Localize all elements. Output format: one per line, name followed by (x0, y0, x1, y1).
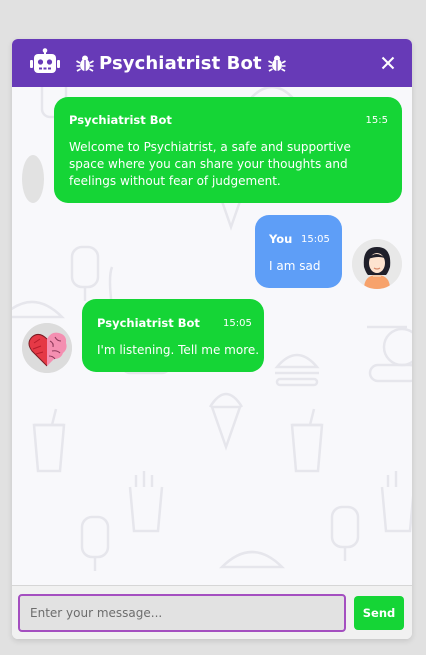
message-text: I'm listening. Tell me more. (97, 343, 260, 357)
bot-avatar (22, 323, 72, 373)
header-title: Psychiatrist Bot (99, 52, 262, 74)
bot-message-bubble: Psychiatrist Bot 15:05 I'm listening. Te… (82, 299, 264, 372)
message-timestamp: 15:05 (301, 234, 330, 245)
bot-avatar-placeholder (22, 155, 44, 203)
message-sender: You (269, 232, 293, 246)
message-list[interactable]: Psychiatrist Bot 15:5 Welcome to Psychia… (12, 87, 412, 585)
bug-icon (75, 53, 95, 73)
chat-window: Psychiatrist Bot Psychiatrist Bot 15:5 W… (12, 39, 412, 639)
message-text: Welcome to Psychiatrist, a safe and supp… (69, 140, 351, 188)
composer: Send (12, 585, 412, 639)
robot-icon (28, 46, 62, 80)
message-input[interactable] (18, 594, 346, 632)
header-title-group: Psychiatrist Bot (75, 53, 287, 74)
message-sender: Psychiatrist Bot (69, 113, 172, 127)
message-timestamp: 15:05 (223, 318, 252, 329)
user-avatar (352, 239, 402, 289)
close-icon[interactable] (378, 53, 398, 73)
bot-message-bubble: Psychiatrist Bot 15:5 Welcome to Psychia… (54, 97, 402, 203)
send-button[interactable]: Send (354, 596, 404, 630)
message-text: I am sad (269, 259, 321, 273)
chat-header: Psychiatrist Bot (12, 39, 412, 87)
message-timestamp: 15:5 (365, 115, 388, 126)
user-message-bubble: You 15:05 I am sad (255, 215, 342, 288)
bug-icon (267, 53, 287, 73)
message-sender: Psychiatrist Bot (97, 316, 200, 330)
